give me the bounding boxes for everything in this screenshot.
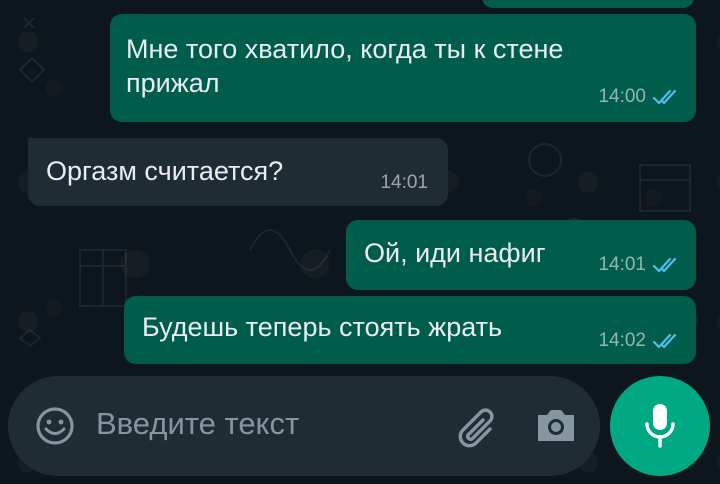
double-check-icon xyxy=(652,333,677,349)
previous-message-bubble xyxy=(482,0,694,8)
message-time: 14:01 xyxy=(380,172,428,193)
message-bubble-outgoing[interactable]: Ой, иди нафиг 14:01 xyxy=(346,220,696,290)
voice-record-button[interactable] xyxy=(610,376,710,476)
double-check-icon xyxy=(652,257,677,273)
message-bubble-incoming[interactable]: Оргазм считается? 14:01 xyxy=(28,138,448,206)
message-input-bar[interactable]: Введите текст xyxy=(8,376,600,476)
message-bubble-outgoing[interactable]: Мне того хватило, когда ты к стене прижа… xyxy=(110,14,696,122)
message-time: 14:01 xyxy=(598,254,646,275)
message-meta: 14:02 xyxy=(598,330,680,352)
message-bubble-outgoing[interactable]: Будешь теперь стоять жрать 14:02 xyxy=(124,296,696,364)
message-meta: 14:01 xyxy=(380,172,428,194)
message-time: 14:00 xyxy=(598,86,646,107)
message-text: Будешь теперь стоять жрать xyxy=(142,312,503,342)
paperclip-icon[interactable] xyxy=(456,403,502,449)
emoji-icon[interactable] xyxy=(34,405,76,447)
message-time: 14:02 xyxy=(598,330,646,351)
camera-icon[interactable] xyxy=(534,405,578,445)
message-text: Ой, иди нафиг xyxy=(364,238,546,268)
mic-icon xyxy=(645,404,675,448)
message-input-placeholder[interactable]: Введите текст xyxy=(96,406,299,442)
double-check-icon xyxy=(652,89,677,105)
message-meta: 14:00 xyxy=(598,86,680,108)
message-text: Оргазм считается? xyxy=(46,156,284,186)
message-text: Мне того хватило, когда ты к стене прижа… xyxy=(126,34,564,98)
message-meta: 14:01 xyxy=(598,254,680,276)
